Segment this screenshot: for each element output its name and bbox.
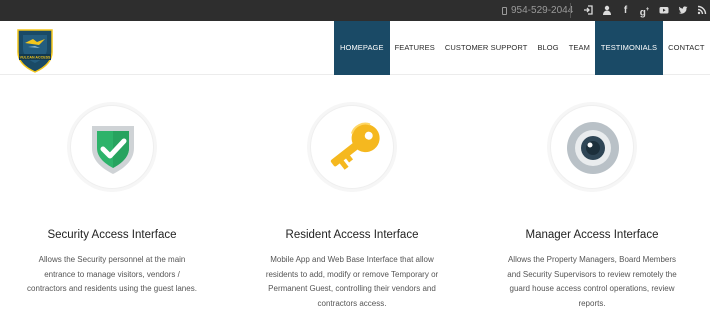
- nav-team[interactable]: TEAM: [564, 21, 595, 75]
- nav-homepage[interactable]: HOMEPAGE: [334, 21, 390, 75]
- camera-icon: [567, 122, 619, 174]
- facebook-icon[interactable]: f: [616, 0, 635, 21]
- nav-testimonials[interactable]: TESTIMONIALS: [594, 21, 664, 75]
- feature-description: Allows the Property Managers, Board Memb…: [507, 255, 677, 308]
- main-navbar: VULCAN ACCESS HOMEPAGE FEATURES CUSTOMER…: [0, 21, 710, 75]
- feature-description: Mobile App and Web Base Interface that a…: [265, 255, 439, 308]
- nav-blog[interactable]: BLOG: [532, 21, 563, 75]
- feature-title: Resident Access Interface: [285, 229, 419, 241]
- phone-number: 954-529-2044: [511, 5, 574, 16]
- feature-icon-circle: [310, 105, 394, 189]
- key-icon: [330, 122, 380, 170]
- nav-customer-support[interactable]: CUSTOMER SUPPORT: [440, 21, 533, 75]
- social-links: f g+: [578, 0, 710, 21]
- user-icon[interactable]: [597, 0, 616, 21]
- top-bar: 954-529-2044 f g+: [0, 0, 710, 21]
- feature-description: Allows the Security personnel at the mai…: [27, 255, 197, 293]
- feature-title: Security Access Interface: [47, 229, 177, 241]
- feature-icon-circle: [70, 105, 154, 189]
- youtube-icon[interactable]: [654, 0, 673, 21]
- features-section: Security Access Interface Allows the Sec…: [0, 75, 710, 310]
- feature-icon-circle: [550, 105, 634, 189]
- phone-contact[interactable]: 954-529-2044: [502, 0, 573, 21]
- twitter-icon[interactable]: [673, 0, 692, 21]
- shield-check-icon: [92, 126, 134, 174]
- vulcan-access-logo[interactable]: VULCAN ACCESS: [15, 28, 55, 79]
- mobile-phone-icon: [502, 6, 507, 15]
- login-icon[interactable]: [578, 0, 597, 21]
- nav-features[interactable]: FEATURES: [390, 21, 440, 75]
- logo-text: VULCAN ACCESS: [20, 56, 51, 60]
- rss-icon[interactable]: [692, 0, 710, 21]
- google-plus-icon[interactable]: g+: [635, 0, 654, 21]
- main-menu: HOMEPAGE FEATURES CUSTOMER SUPPORT BLOG …: [334, 21, 710, 75]
- nav-contact[interactable]: CONTACT: [663, 21, 709, 75]
- feature-title: Manager Access Interface: [525, 229, 659, 241]
- divider: [570, 3, 571, 18]
